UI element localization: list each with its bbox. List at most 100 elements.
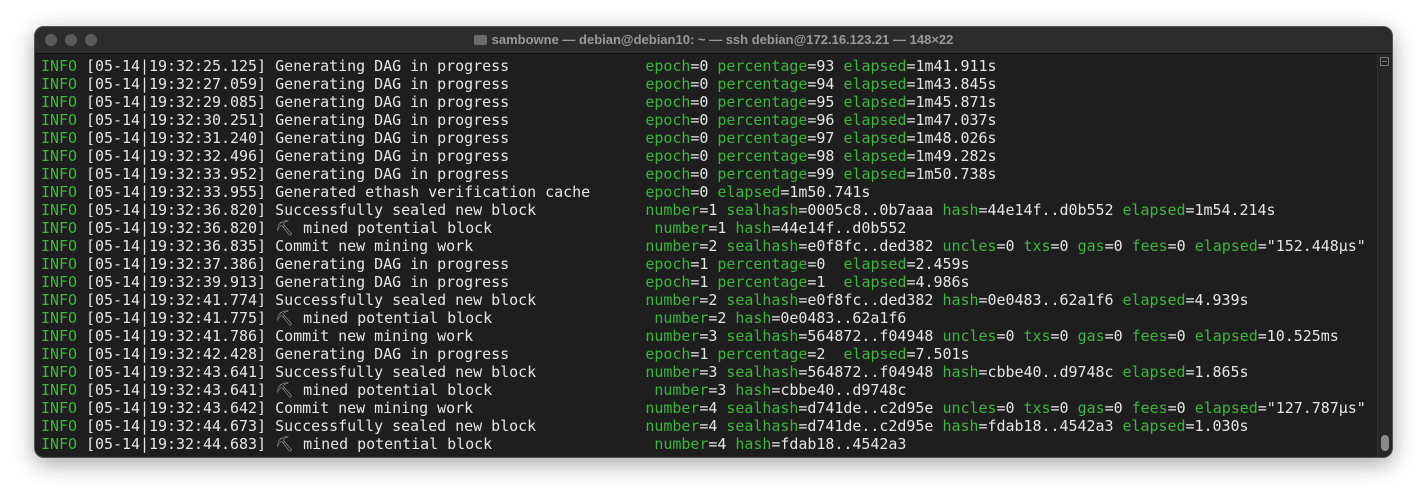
field-value: 0 [699,75,709,93]
field-key: epoch [645,111,691,129]
log-message-text: Commit new mining work [275,327,474,345]
field-key: epoch [645,165,691,183]
field-key: epoch [645,93,691,111]
log-message: Generating DAG in progress [275,93,645,111]
log-timestamp: [05-14|19:32:27.059] [86,75,267,93]
field-key: sealhash [726,291,799,309]
field-key: elapsed [1122,417,1186,435]
field-key: sealhash [726,363,799,381]
field-value: 1 [708,201,718,219]
log-level: INFO [41,219,78,237]
scrollbar-thumb[interactable] [1381,435,1389,451]
pickaxe-icon: ⛏ [275,435,295,453]
pickaxe-icon: ⛏ [275,381,295,399]
field-value: 3 [708,327,718,345]
field-key: sealhash [726,399,799,417]
field-value: 1m43.845s [915,75,997,93]
log-message-text: Generated ethash verification cache [275,183,591,201]
field-key: percentage [717,93,808,111]
field-key: sealhash [726,417,799,435]
log-message: Successfully sealed new block [275,363,645,381]
field-key: elapsed [1122,363,1186,381]
field-key: elapsed [843,111,907,129]
field-key: number [645,417,700,435]
log-level: INFO [41,129,78,147]
field-value: 0e0483..62a1f6 [987,291,1114,309]
log-message: Successfully sealed new block [275,417,645,435]
field-value: "152.448µs" [1266,237,1366,255]
field-value: 7.501s [915,345,970,363]
field-value: 0 [1005,399,1015,417]
field-value: 564872..f04948 [807,363,934,381]
log-line: INFO [05-14|19:32:25.125] Generating DAG… [41,57,997,75]
field-value: 0 [816,255,835,273]
log-message-text: Generating DAG in progress [275,57,510,75]
log-line: INFO [05-14|19:32:36.820] Successfully s… [41,201,1276,219]
field-value: 4 [717,435,727,453]
field-key: hash [942,417,979,435]
field-key: percentage [717,111,808,129]
log-timestamp: [05-14|19:32:33.955] [86,183,267,201]
log-message: Commit new mining work [275,399,645,417]
log-message-text: mined potential block [294,381,493,399]
log-timestamp: [05-14|19:32:36.820] [86,219,267,237]
log-message: Generated ethash verification cache [275,183,645,201]
log-timestamp: [05-14|19:32:30.251] [86,111,267,129]
field-key: number [654,219,709,237]
log-timestamp: [05-14|19:32:33.952] [86,165,267,183]
field-value: 0 [1005,237,1015,255]
log-timestamp: [05-14|19:32:37.386] [86,255,267,273]
log-timestamp: [05-14|19:32:41.775] [86,309,267,327]
field-value: 4 [708,417,718,435]
field-value: e0f8fc..ded382 [807,291,934,309]
field-key: elapsed [1194,237,1258,255]
field-key: fees [1131,327,1168,345]
field-value: 2 [717,309,727,327]
field-value: 1 [699,345,709,363]
log-message-text: Successfully sealed new block [275,417,537,435]
field-key: epoch [645,345,691,363]
log-timestamp: [05-14|19:32:43.641] [86,381,267,399]
field-key: epoch [645,183,691,201]
split-pane-icon[interactable] [1380,57,1389,66]
field-value: d741de..c2d95e [807,417,934,435]
log-message: Successfully sealed new block [275,201,645,219]
log-message: Successfully sealed new block [275,291,645,309]
field-value: 95 [816,93,835,111]
log-level: INFO [41,417,78,435]
scrollbar[interactable] [1377,54,1392,457]
field-key: number [645,363,700,381]
log-message: ⛏ mined potential block [275,219,645,237]
field-key: txs [1023,237,1051,255]
log-level: INFO [41,273,78,291]
terminal-output[interactable]: INFO [05-14|19:32:25.125] Generating DAG… [41,57,1366,453]
log-message-text: Generating DAG in progress [275,345,510,363]
field-key: number [645,327,700,345]
log-line: INFO [05-14|19:32:42.428] Generating DAG… [41,345,970,363]
field-value: cbbe40..d9748c [987,363,1114,381]
log-message-text: mined potential block [294,435,493,453]
field-key: hash [735,219,772,237]
field-key: elapsed [843,93,907,111]
log-timestamp: [05-14|19:32:25.125] [86,57,267,75]
log-message: Generating DAG in progress [275,345,645,363]
field-value: 1.865s [1194,363,1249,381]
field-value: 0 [699,57,709,75]
log-line: INFO [05-14|19:32:36.820] ⛏ mined potent… [41,219,907,237]
log-line: INFO [05-14|19:32:27.059] Generating DAG… [41,75,997,93]
log-message-text: Generating DAG in progress [275,129,510,147]
log-level: INFO [41,255,78,273]
field-key: number [654,435,709,453]
field-key: percentage [717,57,808,75]
field-key: gas [1077,399,1105,417]
log-timestamp: [05-14|19:32:36.820] [86,201,267,219]
log-message: Commit new mining work [275,237,645,255]
log-level: INFO [41,183,78,201]
field-value: 4.986s [915,273,970,291]
field-value: 0005c8..0b7aaa [807,201,934,219]
field-key: elapsed [843,57,907,75]
field-key: hash [942,201,979,219]
field-value: 3 [717,381,727,399]
field-value: 0 [699,147,709,165]
title-bar: sambowne — debian@debian10: ~ — ssh debi… [35,27,1392,54]
